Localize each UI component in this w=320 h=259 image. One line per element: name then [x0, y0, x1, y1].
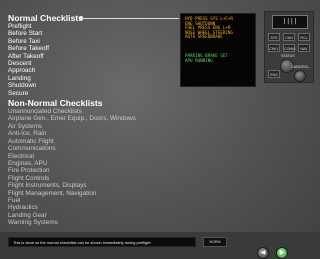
checklist-menu: Normal Checklists Preflight Before Start B… — [8, 14, 183, 227]
next-button[interactable]: ▶ — [276, 247, 288, 259]
non-normal-checklists-title: Non-Normal Checklists — [8, 98, 103, 109]
non-normal-checklist-item[interactable]: Warning Systems — [8, 219, 183, 226]
ecam-display: HYD PRESS SYS L+C+R ENG SHUTDOWN FUEL PRE… — [180, 13, 256, 87]
panel-status-label: STATUS — [281, 54, 295, 58]
non-normal-checklist-item[interactable]: Engines, APU — [8, 160, 183, 167]
non-normal-checklist-item[interactable]: Air Systems — [8, 123, 183, 130]
explanation-message: This is done so the normal checklists ca… — [8, 237, 196, 247]
normal-checklist-item[interactable]: After Takeoff — [8, 53, 183, 60]
control-panel: |||| SYS CAN RCL CHKL COMM NAV STATUS CA… — [264, 11, 314, 83]
normal-checklist-item[interactable]: Descent — [8, 60, 183, 67]
non-normal-checklist-item[interactable]: Electrical — [8, 153, 183, 160]
normal-checklist-item[interactable]: Approach — [8, 67, 183, 74]
panel-button-can[interactable]: CAN — [283, 33, 295, 41]
non-normal-checklist-item[interactable]: Airplane Gen., Emer Equip., Doors, Windo… — [8, 115, 183, 122]
pointer-line — [81, 18, 179, 19]
normal-checklist-item[interactable]: Before Start — [8, 30, 183, 37]
non-normal-checklist-item[interactable]: Flight Controls — [8, 175, 183, 182]
mode-indicator: NORM — [203, 237, 227, 247]
normal-checklist-item[interactable]: Secure — [8, 90, 183, 97]
non-normal-checklist-item[interactable]: Hydraulics — [8, 204, 183, 211]
normal-checklist-item[interactable]: Before Takeoff — [8, 45, 183, 52]
panel-cancel-recall-label: CANC/RCL — [291, 65, 310, 69]
ecam-message-line: APU RUNNING — [185, 57, 213, 63]
ecam-memo-messages: PARKING BRAKE SET APU RUNNING — [185, 53, 228, 63]
panel-display: |||| — [272, 15, 308, 29]
panel-button-sys[interactable]: SYS — [268, 33, 280, 41]
non-normal-checklist-item[interactable]: Anti-Ice, Rain — [8, 130, 183, 137]
non-normal-checklists-list: Unannunciated Checklists Airplane Gen., E… — [8, 108, 183, 227]
normal-checklists-list: Preflight Before Start Before Taxi Before T… — [8, 23, 183, 97]
non-normal-checklist-item[interactable]: Landing Gear — [8, 212, 183, 219]
panel-button-comm[interactable]: COMM — [283, 44, 295, 52]
panel-button-chkl[interactable]: CHKL — [268, 44, 280, 52]
cancel-recall-knob[interactable] — [294, 70, 306, 82]
non-normal-checklist-item[interactable]: Unannunciated Checklists — [8, 108, 183, 115]
non-normal-checklist-item[interactable]: Communications — [8, 145, 183, 152]
panel-button-nav[interactable]: NAV — [298, 44, 310, 52]
panel-button-rcl[interactable]: RCL — [298, 33, 310, 41]
normal-checklist-item[interactable]: Preflight — [8, 23, 183, 30]
non-normal-checklist-item[interactable]: Flight Instruments, Displays — [8, 182, 183, 189]
ecam-message-line: AUTO SPEEDBRAKE — [185, 34, 223, 40]
previous-button[interactable]: ◀ — [257, 247, 269, 259]
normal-checklist-item[interactable]: Shutdown — [8, 82, 183, 89]
non-normal-checklist-item[interactable]: Flight Management, Navigation — [8, 190, 183, 197]
non-normal-checklist-item[interactable]: Fire Protection — [8, 167, 183, 174]
normal-checklist-item[interactable]: Landing — [8, 75, 183, 82]
non-normal-checklist-item[interactable]: Fuel — [8, 197, 183, 204]
ecam-alert-messages: HYD PRESS SYS L+C+R ENG SHUTDOWN FUEL PRE… — [185, 16, 233, 40]
non-normal-checklist-item[interactable]: Automatic Flight — [8, 138, 183, 145]
panel-button-eng[interactable]: ENG — [268, 70, 280, 78]
normal-checklist-item[interactable]: Before Taxi — [8, 38, 183, 45]
